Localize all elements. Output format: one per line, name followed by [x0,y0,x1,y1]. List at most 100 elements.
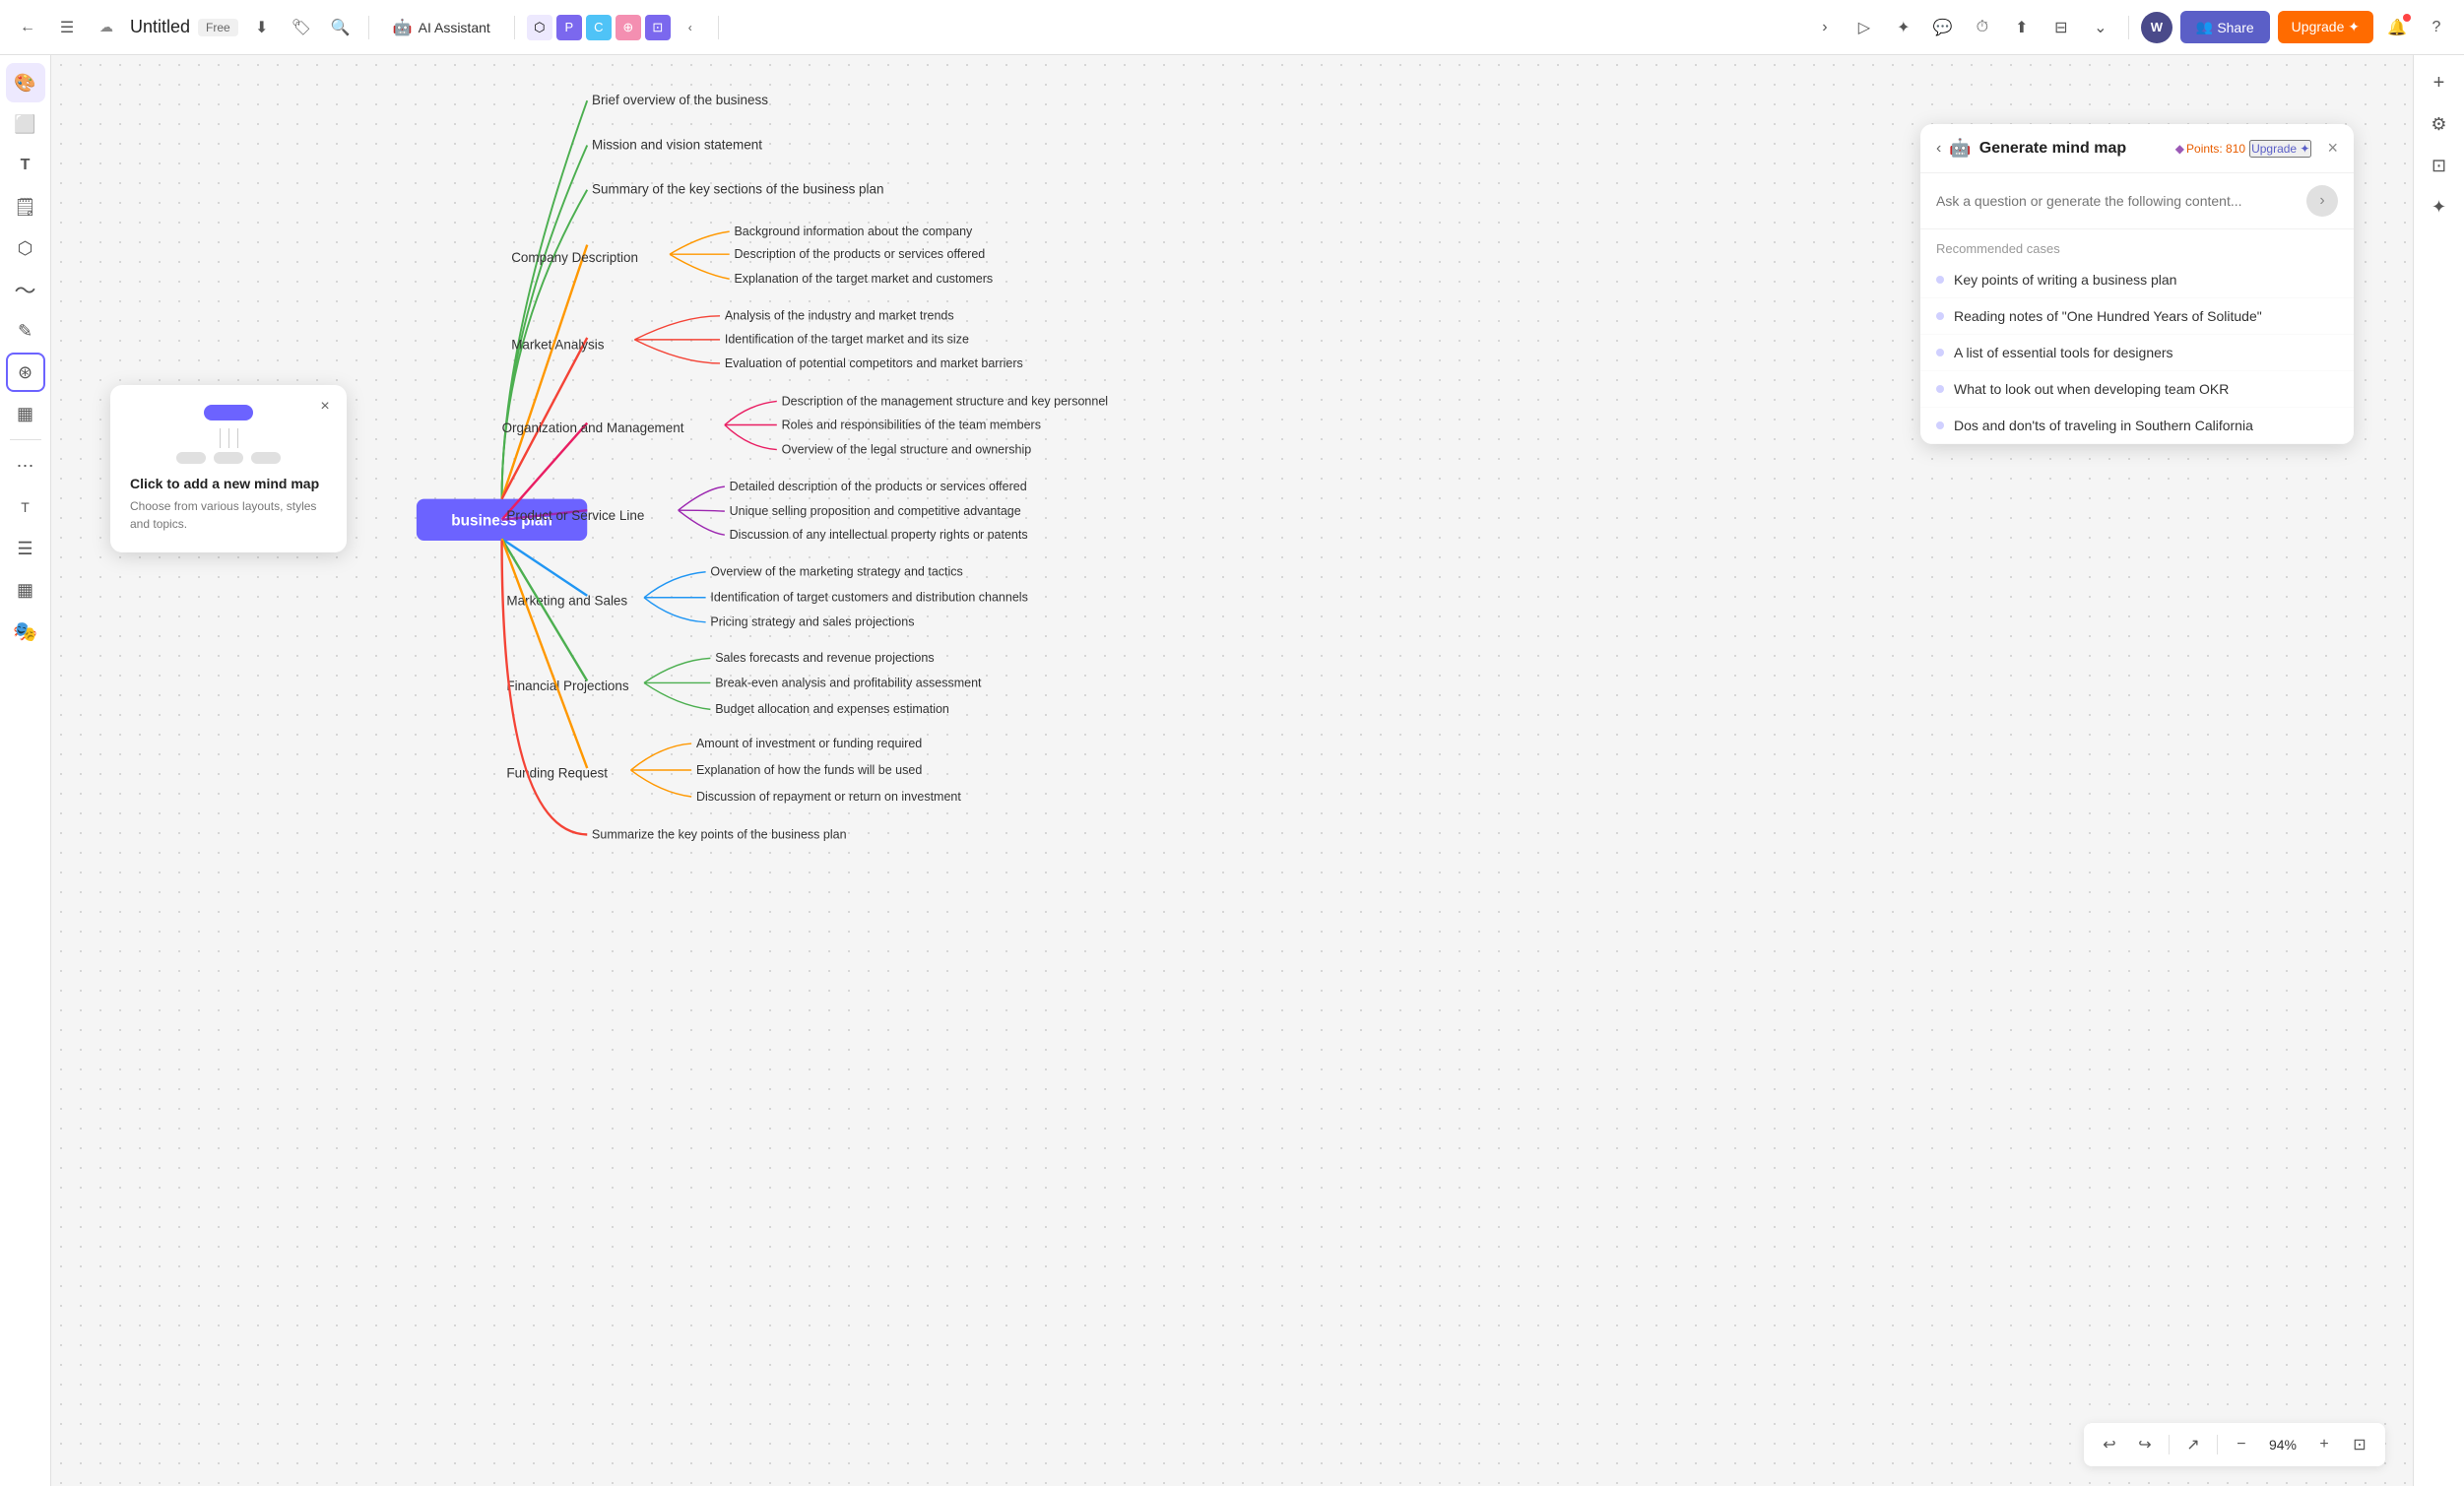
table-tool[interactable]: ▦ [6,394,45,433]
redo-button[interactable]: ↪ [2129,1429,2161,1460]
expand-button[interactable]: › [1809,12,1841,43]
recommended-item-1[interactable]: Reading notes of "One Hundred Years of S… [1920,298,2354,335]
right-frame-button[interactable]: ⊡ [2420,146,2459,185]
divider-1 [368,16,369,39]
ai-assistant-button[interactable]: 🤖 AI Assistant [381,12,502,43]
ai-close-button[interactable]: × [2327,138,2338,159]
recommended-item-2[interactable]: A list of essential tools for designers [1920,335,2354,371]
app-icon-2[interactable]: C [586,15,612,40]
chat-button[interactable]: 💬 [1927,12,1959,43]
shape-tool[interactable]: ⬡ [6,228,45,268]
svg-text:Brief overview of the business: Brief overview of the business [592,93,768,107]
filter-button[interactable]: ⊟ [2045,12,2077,43]
export-button[interactable]: ⬆ [2006,12,2038,43]
svg-text:Sales forecasts and revenue pr: Sales forecasts and revenue projections [715,651,934,665]
svg-text:Description of the products or: Description of the products or services … [734,247,985,261]
recommended-label: Recommended cases [1920,229,2354,262]
upgrade-button[interactable]: Upgrade ✦ [2278,11,2373,43]
avatar-button[interactable]: W [2141,12,2172,43]
svg-text:Product or Service Line: Product or Service Line [506,508,644,523]
app-icon-0[interactable]: ⬡ [527,15,552,40]
upgrade-label: Upgrade ✦ [2292,19,2360,35]
right-sidebar: + ⚙ ⊡ ✦ [2413,55,2464,1486]
ai-back-button[interactable]: ‹ [1936,140,1941,158]
list-tool[interactable]: ☰ [6,529,45,568]
fit-screen-button[interactable]: ⊡ [2344,1429,2375,1460]
pen-tool[interactable]: 〜 [6,270,45,309]
svg-text:Identification of target custo: Identification of target customers and d… [710,591,1027,605]
rec-text-4: Dos and don'ts of traveling in Southern … [1954,418,2253,433]
bottom-divider-2 [2217,1435,2218,1454]
mindmap-tool[interactable]: ⊛ [6,353,45,392]
right-settings-button[interactable]: ⚙ [2420,104,2459,144]
app-icon-1[interactable]: P [556,15,582,40]
ai-upgrade-button[interactable]: Upgrade ✦ [2249,140,2311,158]
search-button[interactable]: 🔍 [325,12,357,43]
svg-text:Identification of the target m: Identification of the target market and … [725,333,969,347]
cursor-mode-button[interactable]: ↗ [2177,1429,2209,1460]
frame-tool[interactable]: ⬜ [6,104,45,144]
color-palette-tool[interactable]: 🎨 [6,63,45,102]
rec-dot-3 [1936,385,1944,393]
ai-send-button[interactable]: › [2306,185,2338,217]
toolbar-right: › ▷ ✦ 💬 ⏱ ⬆ ⊟ ⌄ W 👥 Share Upgrade ✦ 🔔 ? [1809,11,2452,43]
download-button[interactable]: ⬇ [246,12,278,43]
app-icon-4[interactable]: ⊡ [645,15,671,40]
play-button[interactable]: ▷ [1848,12,1880,43]
svg-text:Organization and Management: Organization and Management [502,420,684,435]
help-button[interactable]: ? [2421,12,2452,43]
star-button[interactable]: ✦ [1888,12,1919,43]
svg-text:Background information about t: Background information about the company [734,225,973,238]
ai-input-field[interactable] [1936,193,2299,209]
timer-button[interactable]: ⏱ [1967,12,1998,43]
tooltip-description: Choose from various layouts, styles and … [130,497,327,533]
rec-dot-2 [1936,349,1944,356]
svg-text:Discussion of any intellectual: Discussion of any intellectual property … [730,528,1028,542]
collapse-apps-button[interactable]: ‹ [675,12,706,43]
recommended-item-4[interactable]: Dos and don'ts of traveling in Southern … [1920,408,2354,444]
preview-nodes-row [176,452,281,464]
points-value: Points: 810 [2186,142,2245,156]
more-tools[interactable]: ⋯ [6,446,45,485]
svg-text:Funding Request: Funding Request [506,766,608,781]
chart-tool[interactable]: ▦ [6,570,45,610]
right-add-button[interactable]: + [2420,63,2459,102]
zoom-out-button[interactable]: − [2226,1429,2257,1460]
preview-node-small-1 [176,452,206,464]
undo-button[interactable]: ↩ [2094,1429,2125,1460]
svg-text:Budget allocation and expenses: Budget allocation and expenses estimatio… [715,702,949,716]
share-label: Share [2217,20,2253,35]
recommended-item-0[interactable]: Key points of writing a business plan [1920,262,2354,298]
recommended-list: Key points of writing a business plan Re… [1920,262,2354,444]
svg-text:Overview of the legal structur: Overview of the legal structure and owne… [782,442,1032,456]
rec-dot-0 [1936,276,1944,284]
rec-text-2: A list of essential tools for designers [1954,345,2173,360]
text-tool-alt[interactable]: T [6,487,45,527]
color-circles[interactable]: 🎭 [6,612,45,651]
right-effect-button[interactable]: ✦ [2420,187,2459,226]
draw-tool[interactable]: ✎ [6,311,45,351]
free-badge: Free [198,19,238,36]
tooltip-icon-area [130,405,327,464]
sticky-note-tool[interactable]: 🗒 [6,187,45,226]
share-button[interactable]: 👥 Share [2180,11,2270,43]
zoom-in-button[interactable]: + [2308,1429,2340,1460]
svg-text:Market Analysis: Market Analysis [511,337,605,352]
preview-node-top [204,405,253,420]
preview-node-small-2 [214,452,243,464]
bottom-divider [2169,1435,2170,1454]
sidebar-divider [10,439,41,440]
cloud-button[interactable]: ☁ [91,12,122,43]
ai-panel-title: Generate mind map [1979,140,2168,158]
chevron-button[interactable]: ⌄ [2085,12,2116,43]
recommended-item-3[interactable]: What to look out when developing team OK… [1920,371,2354,408]
svg-text:Break-even analysis and profit: Break-even analysis and profitability as… [715,676,982,689]
canvas[interactable]: business plan Brief overview of the busi… [51,55,2413,1486]
notification-button[interactable]: 🔔 [2381,12,2413,43]
svg-text:Financial Projections: Financial Projections [506,678,629,693]
back-button[interactable]: ← [12,12,43,43]
tag-button[interactable]: 🏷 [286,12,317,43]
app-icon-3[interactable]: ⊕ [616,15,641,40]
text-tool[interactable]: T [6,146,45,185]
menu-button[interactable]: ☰ [51,12,83,43]
